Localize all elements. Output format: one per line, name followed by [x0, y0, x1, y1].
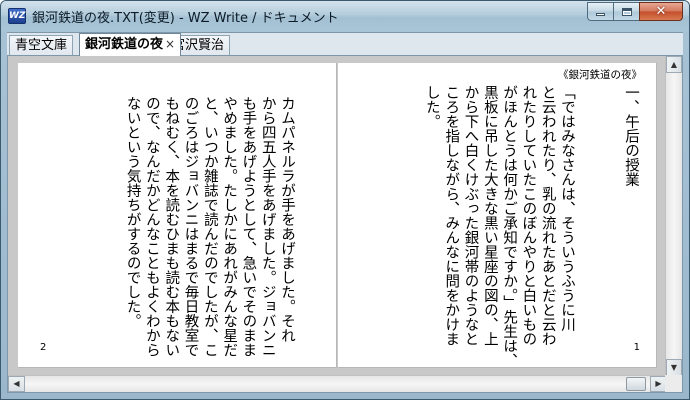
page-number: 2 — [40, 342, 47, 353]
tab-label: 青空文庫 — [15, 38, 68, 53]
maximize-icon — [621, 7, 632, 16]
horizontal-scrollbar[interactable]: ◀ ▶ — [8, 375, 667, 392]
scroll-down-icon[interactable]: ▼ — [666, 359, 682, 376]
window-controls: ✕ — [587, 2, 683, 21]
left-page-body[interactable]: カムパネルラが手をあげました。それ から四五人手をあげました。ジョバンニ も手を… — [122, 96, 296, 366]
right-page-body[interactable]: 「ではみなさんは、そういうふうに川 と云われたり、乳の流れたあとだと云わ れたり… — [422, 85, 576, 368]
app-window: WZ 銀河鉄道の夜.TXT(変更) - WZ Write / ドキュメント ✕ … — [0, 0, 690, 400]
tab-close-icon[interactable]: × — [165, 37, 175, 51]
close-button[interactable]: ✕ — [639, 2, 683, 21]
tab-label: 銀河鉄道の夜 — [85, 37, 164, 52]
minimize-button[interactable] — [587, 2, 614, 21]
window-title: 銀河鉄道の夜.TXT(変更) - WZ Write / ドキュメント — [32, 11, 339, 26]
scroll-left-icon[interactable]: ◀ — [8, 376, 25, 392]
horizontal-scroll-thumb[interactable] — [626, 377, 646, 391]
vertical-scrollbar[interactable]: ▲ ▼ — [665, 56, 682, 376]
document-view[interactable]: カムパネルラが手をあげました。それ から四五人手をあげました。ジョバンニ も手を… — [7, 55, 683, 393]
page-number: 1 — [633, 342, 640, 353]
title-bar[interactable]: WZ 銀河鉄道の夜.TXT(変更) - WZ Write / ドキュメント ✕ — [1, 1, 689, 31]
maximize-button[interactable] — [613, 2, 640, 21]
app-icon[interactable]: WZ — [8, 8, 26, 24]
size-grip[interactable] — [665, 375, 682, 392]
tab-bar: 青空文庫 銀河鉄道の夜 × 宮沢賢治 — [7, 32, 683, 56]
tab-ginga-tetsudo[interactable]: 銀河鉄道の夜 × — [79, 33, 182, 56]
running-head: 《銀河鉄道の夜》 — [558, 69, 642, 81]
page-left[interactable]: カムパネルラが手をあげました。それ から四五人手をあげました。ジョバンニ も手を… — [18, 63, 337, 368]
chapter-heading[interactable]: 一、午后の授業 — [621, 85, 640, 187]
close-icon: ✕ — [655, 4, 667, 19]
scroll-up-icon[interactable]: ▲ — [666, 56, 682, 73]
page-right[interactable]: 《銀河鉄道の夜》 一、午后の授業 「ではみなさんは、そういうふうに川 と云われた… — [338, 63, 657, 368]
tab-aozora-bunko[interactable]: 青空文庫 — [9, 35, 74, 56]
minimize-icon — [596, 13, 605, 16]
